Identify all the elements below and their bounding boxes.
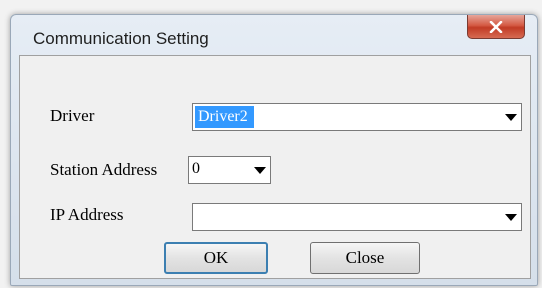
- communication-setting-dialog: Communication Setting Driver Driver2 Sta…: [10, 14, 538, 286]
- window-close-button[interactable]: [467, 15, 525, 39]
- station-address-label: Station Address: [50, 160, 158, 179]
- ip-address-label: IP Address: [50, 205, 124, 224]
- ok-button[interactable]: OK: [164, 242, 268, 274]
- title-bar[interactable]: Communication Setting: [11, 15, 537, 55]
- driver-dropdown[interactable]: Driver2: [192, 103, 522, 131]
- close-icon: [489, 20, 503, 33]
- station-address-value: 0: [192, 160, 200, 177]
- chevron-down-icon: [505, 214, 517, 221]
- close-button[interactable]: Close: [310, 242, 420, 274]
- dialog-body: Driver Driver2 Station Address 0 IP Addr…: [19, 55, 531, 279]
- dialog-title: Communication Setting: [33, 29, 209, 48]
- chevron-down-icon: [505, 114, 517, 121]
- ip-address-dropdown[interactable]: [192, 203, 522, 231]
- driver-label: Driver: [50, 106, 95, 125]
- driver-selected-value: Driver2: [195, 106, 254, 128]
- station-address-dropdown[interactable]: 0: [188, 156, 271, 184]
- chevron-down-icon: [254, 167, 266, 174]
